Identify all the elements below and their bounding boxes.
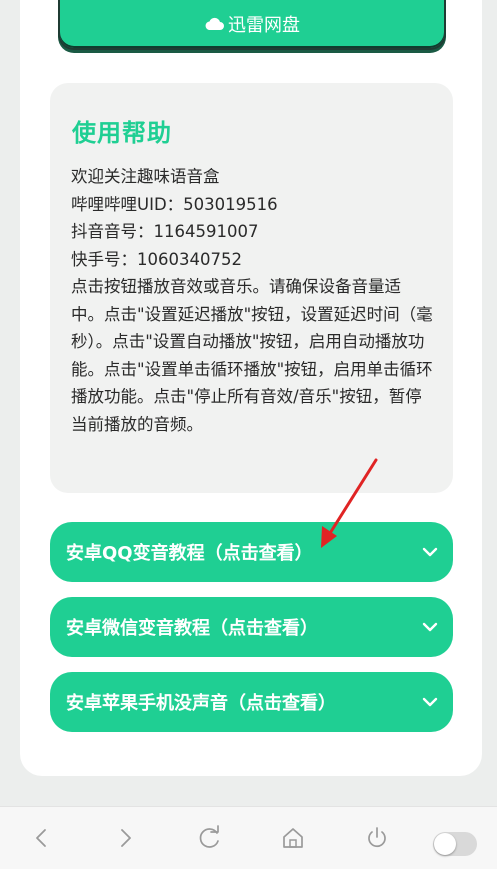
chevron-down-icon: [422, 547, 438, 557]
xunlei-cloud-label: 迅雷网盘: [228, 15, 300, 36]
accordion-label: 安卓QQ变音教程（点击查看）: [66, 543, 313, 564]
accordion-no-sound-help[interactable]: 安卓苹果手机没声音（点击查看）: [50, 672, 453, 732]
browser-bottom-bar: [0, 806, 497, 869]
accordion-label: 安卓苹果手机没声音（点击查看）: [66, 693, 336, 714]
xunlei-cloud-button[interactable]: 迅雷网盘: [58, 0, 446, 50]
chevron-down-icon: [422, 622, 438, 632]
accordion-label: 安卓微信变音教程（点击查看）: [66, 618, 318, 639]
help-line: 欢迎关注趣味语音盒: [71, 167, 220, 186]
help-title: 使用帮助: [72, 119, 172, 147]
refresh-icon[interactable]: [193, 821, 227, 855]
help-panel: 使用帮助 欢迎关注趣味语音盒 哔哩哔哩UID：503019516 抖音音号：11…: [50, 83, 453, 493]
help-line: 快手号：1060340752: [71, 249, 242, 269]
help-instructions: 点击按钮播放音效或音乐。请确保设备音量适中。点击"设置延迟播放"按钮，设置延迟时…: [71, 277, 433, 434]
toggle-switch[interactable]: [433, 832, 477, 856]
accordion-wechat-tutorial[interactable]: 安卓微信变音教程（点击查看）: [50, 597, 453, 657]
toggle-knob: [434, 833, 456, 855]
forward-icon[interactable]: [108, 821, 142, 855]
help-line: 抖音音号：1164591007: [71, 222, 259, 241]
home-icon[interactable]: [276, 821, 310, 855]
back-icon[interactable]: [25, 821, 59, 855]
help-line: 哔哩哔哩UID：503019516: [71, 194, 278, 214]
accordion-qq-tutorial[interactable]: 安卓QQ变音教程（点击查看）: [50, 522, 453, 582]
help-body: 欢迎关注趣味语音盒 哔哩哔哩UID：503019516 抖音音号：1164591…: [71, 163, 433, 438]
power-icon[interactable]: [360, 821, 394, 855]
chevron-down-icon: [422, 697, 438, 707]
cloud-icon: [205, 17, 224, 30]
